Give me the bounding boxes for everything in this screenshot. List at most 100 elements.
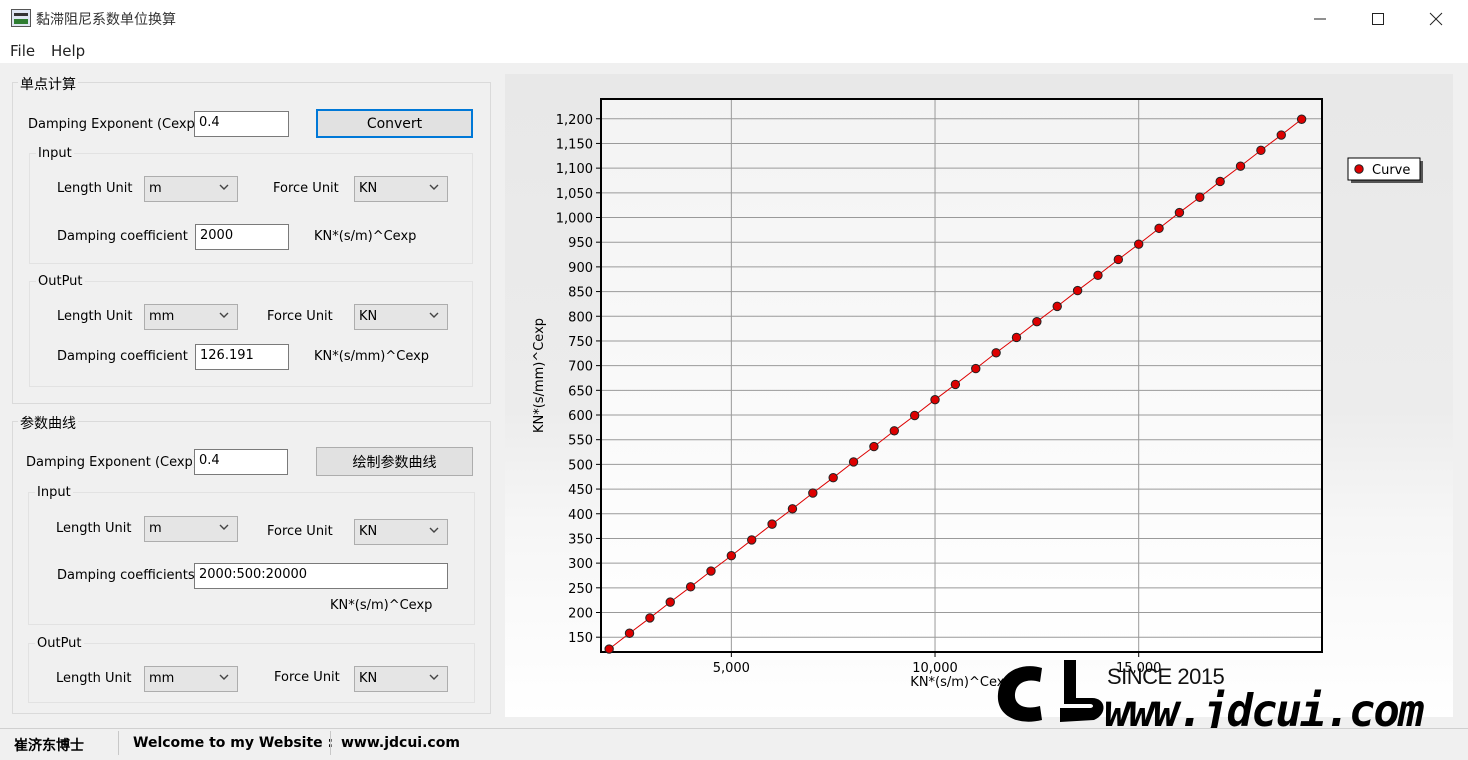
curve-point <box>1195 192 1205 202</box>
y-tick-label: 550 <box>568 434 593 449</box>
y-tick-label: 800 <box>568 310 593 325</box>
convert-button[interactable]: Convert <box>316 109 473 138</box>
curve-in-length-select[interactable]: m <box>144 516 238 542</box>
curve-in-force-select[interactable]: KN <box>354 519 448 545</box>
curve-point <box>808 488 818 498</box>
parameter-curve-chart[interactable]: 150 200 250 300 350 400 450 500 550 600 650 700 750 8… <box>505 74 1453 717</box>
y-tick-label: 1,100 <box>556 162 593 177</box>
curve-point <box>1133 239 1144 249</box>
status-website: www.jdcui.com <box>341 735 460 751</box>
curve-in-length-label: Length Unit <box>56 521 132 536</box>
menu-file[interactable]: File <box>10 42 35 60</box>
sp-out-force-select[interactable]: KN <box>354 304 448 330</box>
chevron-down-icon <box>219 312 229 318</box>
exponent-input[interactable]: 0.4 <box>194 111 289 137</box>
sp-output-title: OutPut <box>36 274 85 289</box>
chevron-down-icon <box>219 184 229 190</box>
curve-in-coef-input[interactable]: 2000:500:20000 <box>194 563 448 589</box>
curve-point <box>971 363 981 374</box>
sp-out-coef-input[interactable]: 126.191 <box>195 344 289 370</box>
sp-in-length-label: Length Unit <box>57 181 133 196</box>
curve-out-force-value: KN <box>359 671 378 686</box>
y-tick-label: 400 <box>568 508 593 523</box>
x-tick-label: 5,000 <box>713 661 750 676</box>
curve-point <box>1052 301 1062 312</box>
curve-exponent-input[interactable]: 0.4 <box>194 449 288 475</box>
curve-out-force-label: Force Unit <box>274 670 340 685</box>
curve-out-length-select[interactable]: mm <box>144 666 238 692</box>
curve-point <box>848 457 859 467</box>
curve-point <box>869 441 879 452</box>
window-title: 黏滞阻尼系数单位换算 <box>36 12 176 28</box>
curve-exponent-label: Damping Exponent (Cexp) <box>26 455 198 470</box>
y-tick-label: 500 <box>568 458 593 473</box>
sp-out-length-select[interactable]: mm <box>144 304 238 330</box>
curve-point <box>1235 161 1246 171</box>
y-tick-label: 950 <box>568 236 593 251</box>
curve-point <box>1276 130 1286 140</box>
sp-in-force-select[interactable]: KN <box>354 176 448 202</box>
curve-point <box>828 473 838 483</box>
y-tick-label: 750 <box>568 335 593 350</box>
legend-marker <box>1354 164 1364 174</box>
curve-point <box>685 582 696 592</box>
curve-point <box>624 628 635 638</box>
curve-point <box>706 566 716 576</box>
curve-point <box>1174 207 1185 218</box>
y-tick-label: 250 <box>568 582 593 597</box>
sp-out-length-label: Length Unit <box>57 309 133 324</box>
curve-input-title: Input <box>35 485 73 500</box>
sp-in-coef-label: Damping coefficient <box>57 229 188 244</box>
sp-input-title: Input <box>36 146 74 161</box>
curve-in-unit: KN*(s/m)^Cexp <box>330 598 433 613</box>
y-tick-label: 1,200 <box>556 113 593 128</box>
sp-in-force-value: KN <box>359 181 378 196</box>
curve-out-length-label: Length Unit <box>56 671 132 686</box>
curve-in-force-value: KN <box>359 524 378 539</box>
maximize-icon[interactable] <box>1349 0 1407 38</box>
status-separator <box>330 731 331 755</box>
curve-out-length-value: mm <box>149 671 175 686</box>
curve-in-length-value: m <box>149 521 162 536</box>
single-point-title: 单点计算 <box>18 74 78 94</box>
curve-point <box>1072 285 1083 296</box>
menu-help[interactable]: Help <box>51 42 85 60</box>
curve-point <box>645 613 655 623</box>
curve-point <box>930 394 940 405</box>
y-tick-label: 1,050 <box>556 187 593 202</box>
draw-curve-button[interactable]: 绘制参数曲线 <box>316 447 473 476</box>
sp-out-unit: KN*(s/mm)^Cexp <box>314 349 430 364</box>
sp-output-group <box>29 281 473 387</box>
curve-out-force-select[interactable]: KN <box>354 666 448 692</box>
sp-in-force-label: Force Unit <box>273 181 339 196</box>
y-tick-label: 200 <box>568 607 593 622</box>
status-welcome: Welcome to my Website : <box>133 735 334 751</box>
curve-point <box>1032 316 1042 327</box>
y-tick-label: 350 <box>568 532 593 547</box>
plot-area[interactable]: 150 200 250 300 350 400 450 500 550 600 650 700 750 8… <box>505 74 1453 717</box>
status-author: 崔济东博士 <box>14 738 84 754</box>
y-tick-label: 1,150 <box>556 137 593 152</box>
y-tick-label: 900 <box>568 261 593 276</box>
sp-in-length-select[interactable]: m <box>144 176 238 202</box>
curve-point <box>1154 223 1164 234</box>
chevron-down-icon <box>429 527 439 533</box>
exponent-label: Damping Exponent (Cexp) <box>28 117 200 132</box>
y-tick-label: 300 <box>568 557 593 572</box>
chevron-down-icon <box>219 524 229 530</box>
curve-point <box>950 379 961 390</box>
app-icon <box>11 9 31 27</box>
y-tick-label: 1,000 <box>556 212 593 227</box>
curve-point <box>1113 254 1124 265</box>
sp-in-coef-input[interactable]: 2000 <box>195 224 289 250</box>
curve-point <box>604 644 614 654</box>
minimize-icon[interactable] <box>1291 0 1349 38</box>
close-icon[interactable] <box>1407 0 1465 38</box>
y-tick-label: 150 <box>568 631 593 646</box>
sp-out-force-value: KN <box>359 309 378 324</box>
status-separator <box>118 731 119 755</box>
curve-point <box>787 504 798 514</box>
chevron-down-icon <box>429 674 439 680</box>
y-tick-label: 650 <box>568 384 593 399</box>
sp-out-coef-label: Damping coefficient <box>57 349 188 364</box>
